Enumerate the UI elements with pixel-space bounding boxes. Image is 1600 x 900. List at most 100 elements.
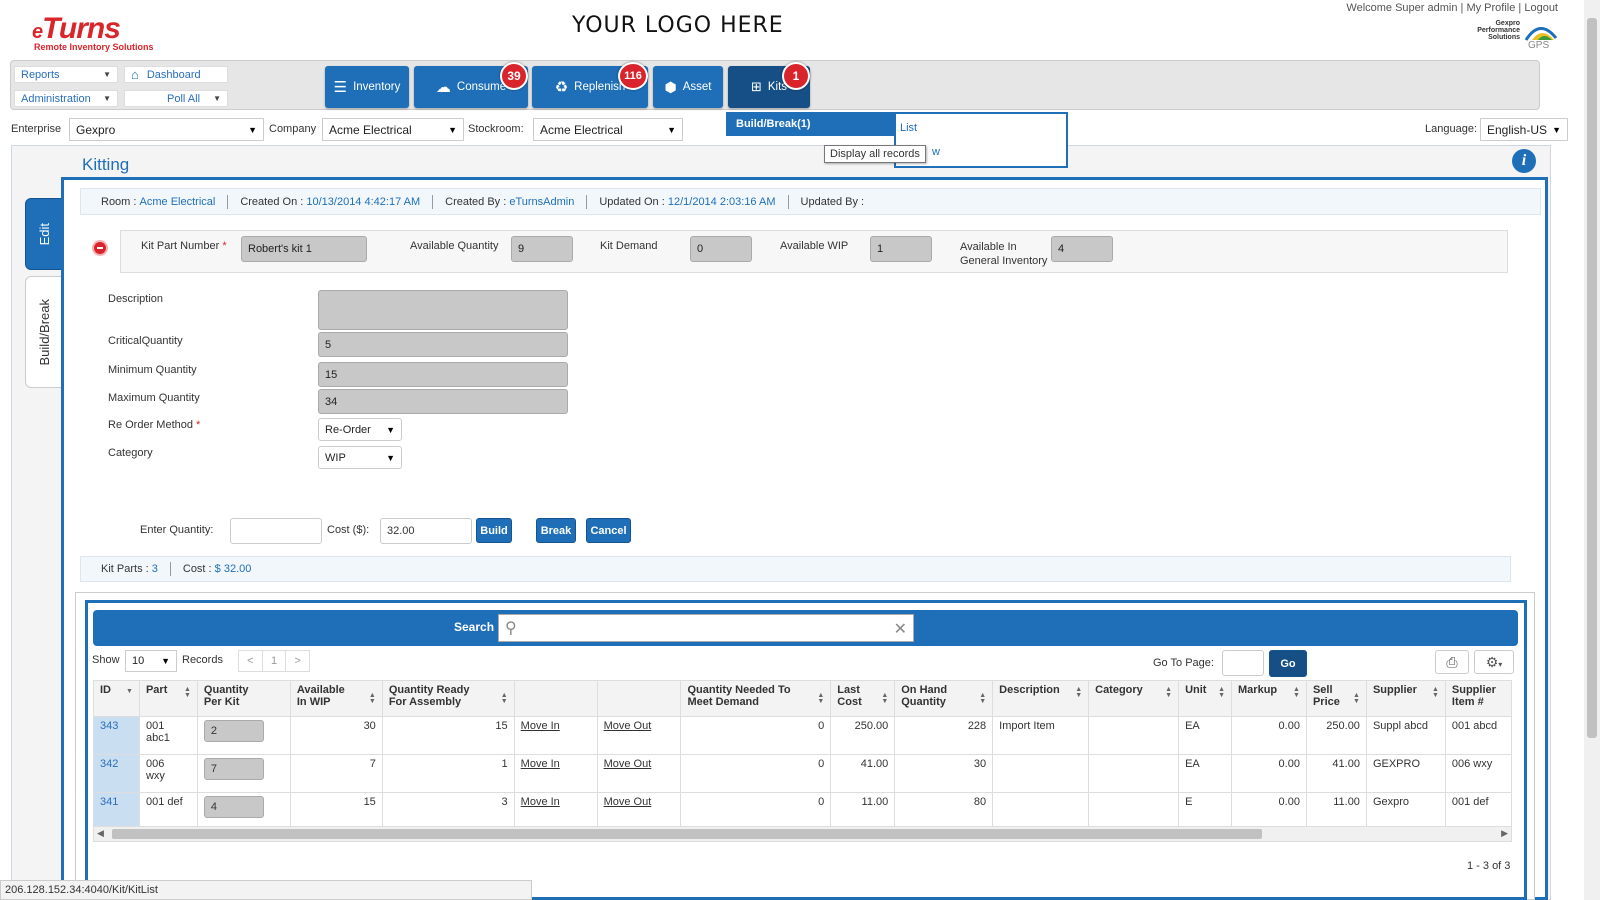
- available-quantity-label: Available Quantity: [410, 240, 499, 252]
- page-size-select[interactable]: 10 ▼: [125, 650, 177, 672]
- move-in-link[interactable]: Move In: [521, 720, 560, 732]
- col-part[interactable]: Part ▲ ▼: [138, 680, 198, 717]
- enterprise-select[interactable]: Gexpro ▼: [69, 118, 264, 141]
- col-description[interactable]: Description ▲ ▼: [992, 680, 1090, 717]
- sort-icon: ▲ ▼: [1218, 686, 1226, 699]
- gps-abbr: GPS: [1528, 40, 1550, 51]
- sort-icon: ▲ ▼: [500, 692, 508, 705]
- category-select[interactable]: WIP ▼: [318, 446, 402, 469]
- nav-inventory[interactable]: ☰ Inventory: [325, 66, 409, 108]
- cell-part-line1: 001: [145, 720, 165, 732]
- cell-id[interactable]: 343: [93, 716, 140, 755]
- administration-menu[interactable]: Administration ▼: [14, 90, 118, 107]
- prev-page-button[interactable]: <: [239, 651, 263, 671]
- room-label: Room :: [101, 195, 137, 208]
- col-category[interactable]: Category ▲ ▼: [1088, 680, 1180, 717]
- col-sell-price[interactable]: Sell Price ▲ ▼: [1305, 680, 1367, 717]
- created-by-value: eTurnsAdmin: [509, 195, 575, 208]
- move-in-link[interactable]: Move In: [521, 796, 560, 808]
- available-general-field: 4: [1051, 236, 1113, 262]
- move-out-link[interactable]: Move Out: [604, 720, 652, 732]
- gear-icon[interactable]: ⚙▾: [1474, 650, 1514, 674]
- tab-build-break[interactable]: Build/Break: [25, 276, 63, 388]
- enter-quantity-input[interactable]: [230, 518, 322, 544]
- col-qty-per-kit[interactable]: Quantity Per Kit: [196, 680, 291, 717]
- created-on-label: Created On :: [240, 195, 304, 208]
- page-scrollbar[interactable]: [1584, 0, 1600, 900]
- cell-id[interactable]: 342: [93, 754, 140, 793]
- minimum-quantity-field[interactable]: 15: [318, 362, 568, 387]
- tab-edit[interactable]: Edit: [25, 198, 63, 270]
- scrollbar-thumb[interactable]: [112, 829, 1262, 839]
- qty-per-kit-field[interactable]: 7: [203, 758, 264, 780]
- col-id[interactable]: ID ▼: [93, 680, 140, 717]
- cell-move-out: Move Out: [596, 792, 682, 830]
- build-break-menu-item[interactable]: Build/Break(1): [736, 118, 811, 130]
- nav-asset[interactable]: ⬢ Asset: [653, 66, 723, 108]
- col-qty-needed[interactable]: Quantity Needed To Meet Demand ▲ ▼: [680, 680, 832, 717]
- dashboard-link[interactable]: ⌂ Dashboard: [124, 66, 228, 83]
- move-out-link[interactable]: Move Out: [604, 796, 652, 808]
- break-button[interactable]: Break: [536, 518, 576, 543]
- kit-part-number-field[interactable]: Robert's kit 1: [241, 236, 367, 262]
- reorder-method-select[interactable]: Re-Order ▼: [318, 418, 402, 441]
- col-last-cost[interactable]: Last Cost ▲ ▼: [830, 680, 896, 717]
- collapse-icon[interactable]: [92, 240, 108, 256]
- col-on-hand[interactable]: On Hand Quantity ▲ ▼: [894, 680, 994, 717]
- clear-icon[interactable]: ✕: [894, 619, 907, 639]
- tab-build-break-label: Build/Break: [36, 298, 52, 366]
- col-available-wip[interactable]: Available In WIP ▲ ▼: [289, 680, 383, 717]
- scroll-right-icon[interactable]: ▶: [1501, 828, 1508, 839]
- critical-quantity-field[interactable]: 5: [318, 332, 568, 357]
- poll-all-label: Poll All: [167, 92, 201, 105]
- cell-on-hand: 80: [894, 792, 994, 830]
- col-ready-line2: For Assembly: [388, 696, 462, 708]
- col-unit[interactable]: Unit ▲ ▼: [1178, 680, 1233, 717]
- cell-id[interactable]: 341: [93, 792, 140, 830]
- new-menu-item[interactable]: w: [932, 146, 940, 158]
- list-menu-item[interactable]: List: [900, 122, 917, 134]
- move-out-link[interactable]: Move Out: [604, 758, 652, 770]
- stockroom-select[interactable]: Acme Electrical ▼: [533, 118, 683, 141]
- logout-link[interactable]: Logout: [1524, 2, 1558, 14]
- col-supplier-item[interactable]: Supplier Item #: [1444, 680, 1512, 717]
- language-select[interactable]: English-US ▼: [1480, 118, 1568, 141]
- cost-input[interactable]: 32.00: [380, 518, 472, 544]
- table-row[interactable]: 343 001 abc1 2 30 15 Move In Move Out 0 2…: [93, 716, 1512, 755]
- reports-menu[interactable]: Reports ▼: [14, 66, 118, 83]
- cell-supplier: Suppl abcd: [1365, 716, 1446, 755]
- logo-e: e: [32, 21, 43, 43]
- col-markup[interactable]: Markup ▲ ▼: [1231, 680, 1307, 717]
- required-marker: *: [222, 240, 227, 252]
- nav-replenish-label: Replenish: [574, 81, 626, 93]
- horizontal-scrollbar[interactable]: ◀ ▶: [93, 826, 1512, 842]
- record-count: 1 - 3 of 3: [1467, 860, 1511, 872]
- cancel-button[interactable]: Cancel: [586, 518, 631, 543]
- updated-by-label: Updated By :: [800, 195, 865, 208]
- page-scrollbar-thumb[interactable]: [1587, 18, 1597, 738]
- scroll-left-icon[interactable]: ◀: [97, 828, 104, 839]
- col-qty-ready[interactable]: Quantity Ready For Assembly ▲ ▼: [381, 680, 515, 717]
- info-icon[interactable]: i: [1512, 149, 1536, 173]
- current-page[interactable]: 1: [263, 651, 287, 671]
- go-button[interactable]: Go: [1269, 650, 1307, 677]
- print-icon[interactable]: ⎙: [1435, 650, 1469, 674]
- search-input[interactable]: ⚲ ✕: [498, 614, 914, 642]
- divider: [227, 194, 229, 209]
- next-page-button[interactable]: >: [286, 651, 309, 671]
- qty-per-kit-field[interactable]: 4: [203, 796, 264, 818]
- table-row[interactable]: 341 001 def 4 15 3 Move In Move Out 0 11…: [93, 792, 1512, 830]
- company-select[interactable]: Acme Electrical ▼: [322, 118, 464, 141]
- my-profile-link[interactable]: My Profile: [1466, 2, 1515, 14]
- qty-per-kit-field[interactable]: 2: [203, 720, 264, 742]
- table-row[interactable]: 342 006 wxy 7 7 1 Move In Move Out 0 41.0…: [93, 754, 1512, 793]
- col-supplier[interactable]: Supplier ▲ ▼: [1365, 680, 1446, 717]
- cell-qty-per-kit: 2: [196, 716, 291, 755]
- description-field[interactable]: [318, 290, 568, 330]
- poll-all-menu[interactable]: Poll All ▼: [124, 90, 228, 107]
- build-button[interactable]: Build: [476, 518, 512, 543]
- goto-page-input[interactable]: [1222, 650, 1264, 676]
- maximum-quantity-field[interactable]: 34: [318, 389, 568, 414]
- cell-part-line2: wxy: [145, 770, 165, 782]
- move-in-link[interactable]: Move In: [521, 758, 560, 770]
